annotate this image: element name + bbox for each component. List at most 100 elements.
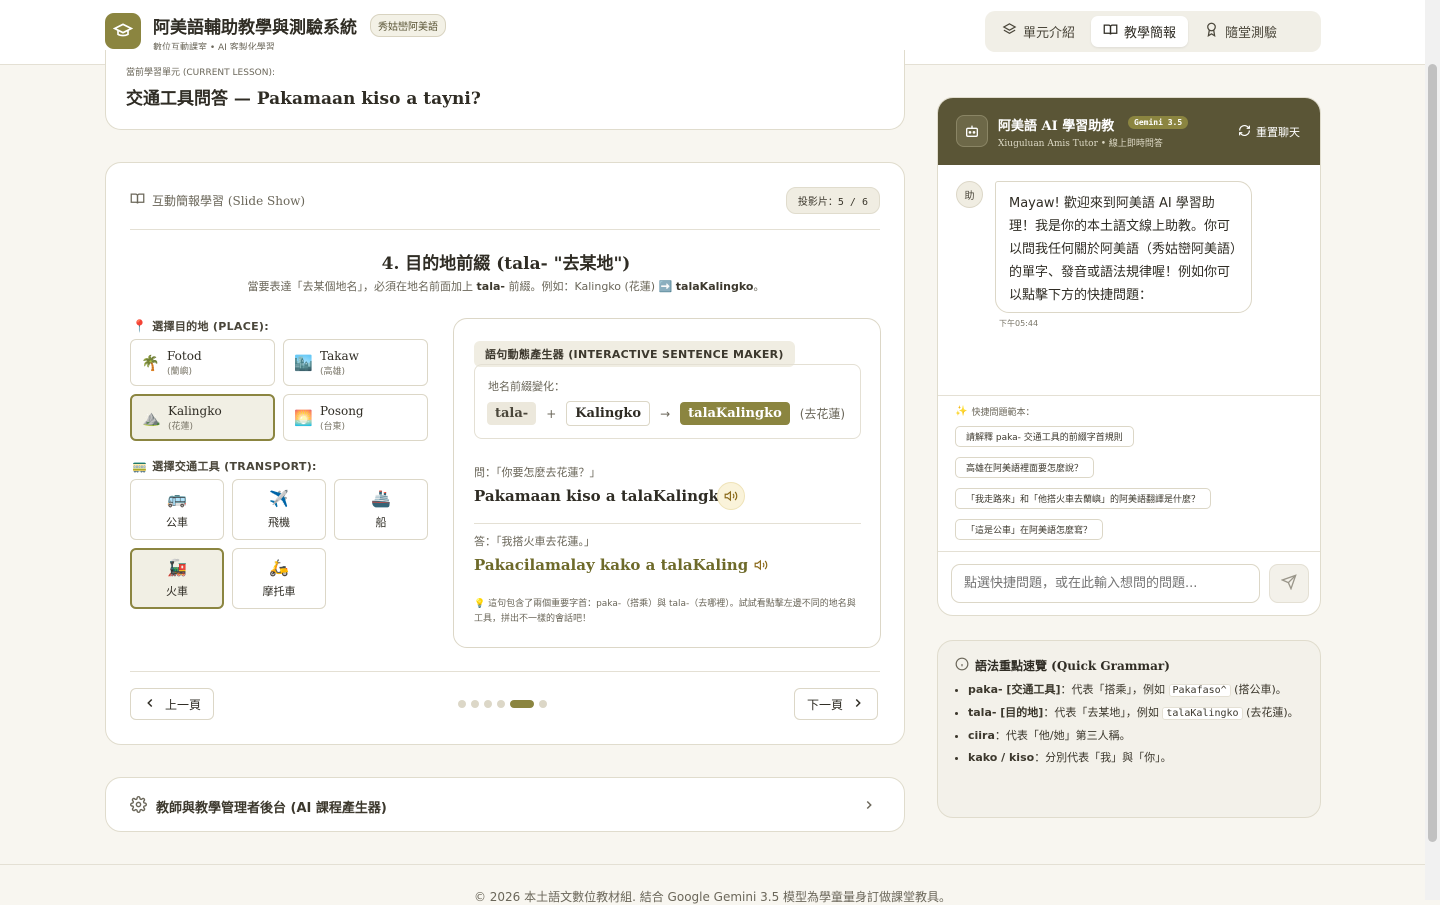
divider [938, 551, 1320, 552]
tab-label: 教學簡報 [1124, 26, 1177, 41]
arrow-right-icon: → [660, 406, 671, 421]
result-chinese: (去花蓮) [799, 407, 846, 421]
transport-section-label: 🚃 選擇交通工具 (TRANSPORT): [132, 458, 317, 474]
place-chip: Kalingko [566, 401, 651, 426]
scrollbar-thumb[interactable] [1428, 64, 1437, 842]
slide-show-header: 互動簡報學習 (Slide Show) [130, 191, 305, 209]
grammar-text: (去花蓮)。 [1242, 706, 1299, 719]
ship-icon: 🚢 [371, 489, 391, 508]
pagination-dot[interactable] [458, 700, 466, 708]
current-lesson-label: 當前學習單元 (CURRENT LESSON): [126, 68, 276, 78]
place-option-kalingko[interactable]: ⛰️ Kalingko (花蓮) [130, 394, 275, 441]
transport-option-scooter[interactable]: 🛵 摩托車 [232, 548, 326, 609]
slide-title: 4. 目的地前綴 (tala- "去某地") [381, 254, 631, 274]
transport-label: 火車 [166, 585, 188, 598]
pagination-dot[interactable] [484, 700, 492, 708]
prev-label: 上一頁 [165, 697, 202, 712]
app-title: 阿美語輔助教學與測驗系統 [153, 18, 357, 38]
divider [938, 395, 1320, 396]
transport-label-text: 選擇交通工具 (TRANSPORT): [152, 460, 317, 473]
quick-grammar-card: 語法重點速覽 (Quick Grammar) paka- [交通工具]：代表「搭… [937, 640, 1321, 818]
place-section-label: 📍 選擇目的地 (PLACE): [132, 318, 269, 334]
transport-option-bus[interactable]: 🚌 公車 [130, 479, 224, 540]
grammar-item: paka- [交通工具]：代表「搭乘」，例如 Pakafaso^ (搭公車)。 [968, 681, 1308, 700]
divider [130, 671, 880, 672]
quick-grammar-title: 語法重點速覽 (Quick Grammar) [955, 657, 1170, 674]
reset-chat-button[interactable]: 重置聊天 [1238, 124, 1300, 140]
divider [130, 229, 880, 230]
desc-text: 。 [753, 280, 765, 293]
tab-slides[interactable]: 教學簡報 [1091, 16, 1189, 47]
next-page-button[interactable]: 下一頁 [794, 688, 879, 720]
sentence-maker-panel: 語句動態產生器 (INTERACTIVE SENTENCE MAKER) 地名前… [453, 318, 881, 648]
info-icon [955, 657, 969, 674]
transport-option-plane[interactable]: ✈️ 飛機 [232, 479, 326, 540]
pagination-dot[interactable] [510, 700, 534, 708]
place-option-posong[interactable]: 🌅 Posong (台東) [283, 394, 428, 441]
sunrise-icon: 🌅 [294, 408, 313, 427]
grammar-text: ：分別代表「我」與「你」。 [1034, 751, 1172, 764]
chat-input[interactable] [951, 564, 1260, 603]
footer-text: © 2026 本土語文數位教材組. 結合 Google Gemini 3.5 模… [473, 890, 952, 904]
grammar-text: ：代表「搭乘」，例如 [1060, 683, 1169, 696]
scooter-icon: 🛵 [269, 558, 289, 577]
place-chinese: (台東) [320, 421, 346, 432]
layers-icon [1002, 22, 1017, 41]
ai-tutor-chat: 阿美語 AI 學習助教 Gemini 3.5 Xiuguluan Amis Tu… [937, 97, 1321, 616]
quick-question-chip[interactable]: 高雄在阿美語裡面要怎麼說？ [955, 457, 1095, 478]
desc-text: 前綴。例如：Kalingko (花蓮) ➡️ [504, 280, 676, 293]
pagination-dot[interactable] [471, 700, 479, 708]
book-open-icon [130, 191, 145, 209]
mountain-icon: ⛰️ [142, 408, 161, 427]
chat-subtitle: Xiuguluan Amis Tutor • 線上即時問答 [998, 139, 1163, 149]
award-icon [1204, 22, 1219, 41]
prefix-formula: tala- + Kalingko → talaKalingko (去花蓮) [487, 401, 845, 426]
grammar-list: paka- [交通工具]：代表「搭乘」，例如 Pakafaso^ (搭公車)。 … [968, 681, 1308, 771]
result-chip: talaKalingko [680, 402, 790, 425]
place-name: Fotod [167, 348, 202, 363]
quick-question-chip[interactable]: 「我走路來」和「他搭火車去蘭嶼」的阿美語翻譯是什麼？ [955, 488, 1212, 509]
divider [0, 864, 1425, 865]
pagination-dot[interactable] [497, 700, 505, 708]
prefix-chip: tala- [487, 402, 537, 425]
bot-avatar: 助 [956, 181, 983, 208]
quick-questions-label: ✨ 快捷問題範本： [955, 405, 1034, 418]
chevron-right-icon [851, 696, 865, 713]
speaker-icon[interactable] [747, 551, 775, 579]
pagination-dot[interactable] [539, 700, 547, 708]
map-pin-icon: 📍 [132, 319, 148, 333]
graduation-cap-icon[interactable] [105, 13, 141, 49]
grammar-text: (搭公車)。 [1230, 683, 1287, 696]
place-chinese: (高雄) [320, 366, 346, 377]
grammar-term: paka- [交通工具] [968, 683, 1061, 696]
place-chinese: (蘭嶼) [167, 366, 193, 377]
send-button[interactable] [1269, 564, 1309, 603]
quick-question-chip[interactable]: 「這是公車」在阿美語怎麼寫？ [955, 519, 1104, 540]
place-option-fotod[interactable]: 🌴 Fotod (蘭嶼) [130, 339, 275, 386]
quick-question-chip[interactable]: 請解釋 paka- 交通工具的前綴字首規則 [955, 426, 1134, 447]
answer-label: 答：「我搭火車去花蓮。」 [474, 535, 595, 548]
transport-option-ship[interactable]: 🚢 船 [334, 479, 428, 540]
airplane-icon: ✈️ [269, 489, 289, 508]
current-lesson-title: 交通工具問答 — Pakamaan kiso a tayni? [126, 89, 481, 109]
place-name: Takaw [320, 348, 359, 363]
transport-label: 飛機 [268, 516, 290, 529]
admin-panel-toggle[interactable]: 教師與教學管理者後台 (AI 課程產生器) [105, 777, 905, 832]
grammar-term: tala- [目的地] [968, 706, 1044, 719]
chevron-right-icon [862, 797, 876, 816]
model-badge: Gemini 3.5 [1128, 116, 1189, 129]
robot-icon [956, 115, 988, 147]
tab-unit-intro[interactable]: 單元介紹 [990, 16, 1087, 47]
place-chinese: (花蓮) [168, 421, 194, 432]
tab-quiz[interactable]: 隨堂測驗 [1192, 16, 1289, 47]
transport-label: 公車 [166, 516, 188, 529]
prev-page-button[interactable]: 上一頁 [130, 688, 215, 720]
transport-option-train[interactable]: 🚂 火車 [130, 548, 224, 609]
chat-header: 阿美語 AI 學習助教 Gemini 3.5 Xiuguluan Amis Tu… [938, 98, 1320, 165]
next-label: 下一頁 [807, 697, 844, 712]
train-icon: 🚃 [132, 459, 148, 473]
chevron-left-icon [143, 696, 157, 713]
speaker-icon[interactable] [717, 482, 745, 510]
place-option-takaw[interactable]: 🏙️ Takaw (高雄) [283, 339, 428, 386]
tab-label: 隨堂測驗 [1225, 26, 1278, 41]
